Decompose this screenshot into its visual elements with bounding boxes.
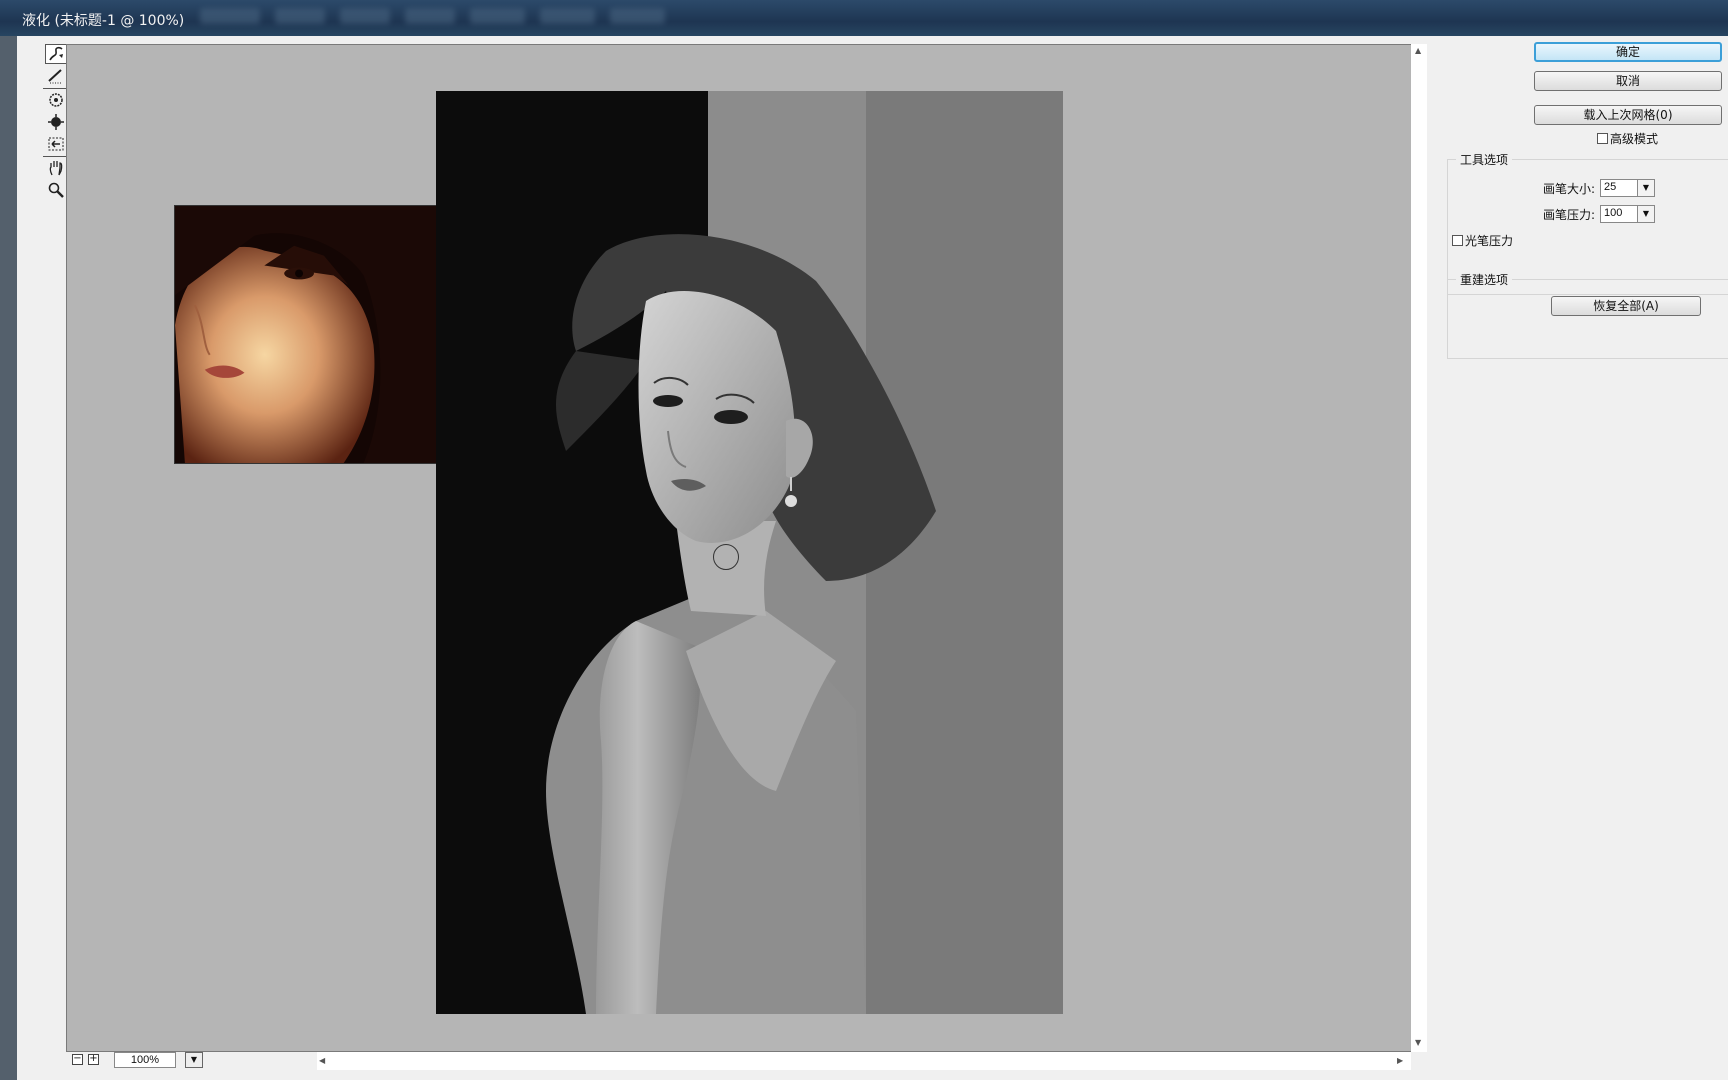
reconstruct-tool-icon[interactable]: [45, 66, 67, 86]
blurred-menu: [275, 8, 325, 24]
scroll-right-arrow-icon[interactable]: ▶: [1397, 1056, 1403, 1065]
push-left-tool-icon[interactable]: [45, 134, 67, 154]
hand-icon[interactable]: [45, 158, 67, 178]
zoom-bar: − + 100% ▼: [66, 1050, 317, 1070]
scroll-left-arrow-icon[interactable]: ◀: [319, 1056, 325, 1065]
brush-pressure-label: 画笔压力:: [1543, 208, 1596, 222]
preview-canvas[interactable]: [66, 44, 1411, 1052]
zoom-out-button[interactable]: −: [72, 1054, 83, 1065]
brush-size-value: 25: [1604, 181, 1617, 193]
reference-image: [174, 205, 442, 464]
blurred-menu: [610, 8, 665, 24]
reconstruct-options-group: 重建选项 恢复全部(A): [1447, 271, 1728, 359]
zoom-level-field[interactable]: 100%: [114, 1052, 176, 1068]
scroll-down-arrow-icon[interactable]: ▼: [1415, 1038, 1421, 1047]
pucker-tool-icon[interactable]: [45, 90, 67, 110]
advanced-mode-row[interactable]: 高级模式: [1597, 130, 1658, 147]
brush-pressure-input[interactable]: 100 ▼: [1600, 205, 1655, 223]
zoom-icon[interactable]: [45, 180, 67, 200]
advanced-mode-label: 高级模式: [1610, 132, 1659, 146]
title-bar: 液化 (未标题-1 @ 100%): [0, 0, 1728, 36]
reconstruct-options-title: 重建选项: [1456, 271, 1513, 288]
zoom-in-button[interactable]: +: [88, 1054, 99, 1065]
brush-size-dropdown-icon[interactable]: ▼: [1637, 180, 1654, 196]
advanced-mode-checkbox[interactable]: [1597, 133, 1608, 144]
portrait-figure: [546, 234, 936, 1014]
brush-cursor: [713, 544, 739, 570]
blurred-menu: [200, 8, 260, 24]
blurred-menu: [340, 8, 390, 24]
zoom-dropdown-icon[interactable]: ▼: [185, 1052, 203, 1068]
vertical-scrollbar[interactable]: ▲ ▼: [1411, 44, 1427, 1052]
brush-pressure-dropdown-icon[interactable]: ▼: [1637, 206, 1654, 222]
brush-size-label: 画笔大小:: [1543, 182, 1596, 196]
horizontal-scrollbar[interactable]: ◀ ▶: [317, 1052, 1411, 1070]
stylus-pressure-checkbox[interactable]: [1452, 235, 1463, 246]
stylus-pressure-label: 光笔压力: [1465, 234, 1514, 248]
brush-pressure-value: 100: [1604, 207, 1623, 219]
blurred-menu: [470, 8, 525, 24]
liquify-dialog: ▲ ▼ ◀ ▶ − + 100% ▼ 确定 取消 载入上次网格(0) 高级模式 …: [17, 36, 1728, 1080]
load-last-mesh-button[interactable]: 载入上次网格(0): [1534, 105, 1722, 125]
host-window-edge: [0, 36, 17, 1080]
stylus-pressure-row[interactable]: 光笔压力: [1452, 232, 1513, 249]
tool-options-title: 工具选项: [1456, 151, 1513, 168]
ok-button[interactable]: 确定: [1534, 42, 1722, 62]
bloat-tool-icon[interactable]: [45, 112, 67, 132]
blurred-menu: [405, 8, 455, 24]
forward-warp-tool-icon[interactable]: [45, 44, 67, 64]
cancel-button[interactable]: 取消: [1534, 71, 1722, 91]
scroll-up-arrow-icon[interactable]: ▲: [1415, 46, 1421, 55]
options-panel: 确定 取消 载入上次网格(0) 高级模式 工具选项 画笔大小: 25 ▼ 画笔压…: [1427, 36, 1728, 1080]
restore-all-button[interactable]: 恢复全部(A): [1551, 296, 1701, 316]
blurred-menu: [540, 8, 595, 24]
brush-size-input[interactable]: 25 ▼: [1600, 179, 1655, 197]
artwork: [436, 91, 1063, 1014]
window-title: 液化 (未标题-1 @ 100%): [22, 13, 185, 29]
